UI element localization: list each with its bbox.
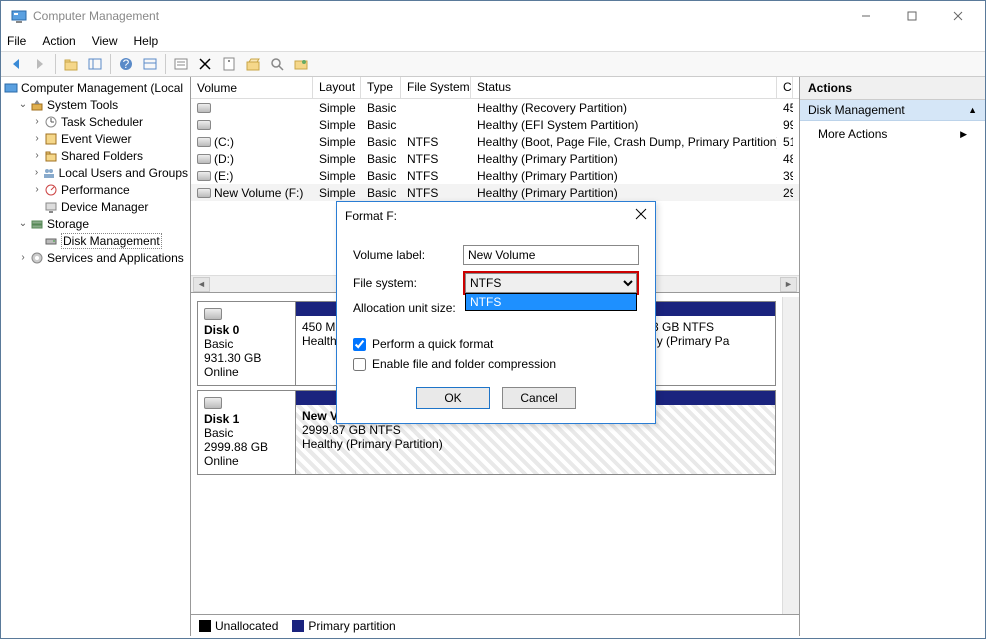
menu-help[interactable]: Help — [134, 34, 159, 48]
tree-event-viewer[interactable]: ›Event Viewer — [3, 130, 188, 147]
file-system-option[interactable]: NTFS — [466, 294, 636, 310]
volume-row[interactable]: New Volume (F:)SimpleBasicNTFSHealthy (P… — [191, 184, 799, 201]
up-button[interactable] — [60, 53, 82, 75]
toolbar: ? — [1, 51, 985, 77]
ok-button[interactable]: OK — [416, 387, 490, 409]
volume-row[interactable]: (C:)SimpleBasicNTFSHealthy (Boot, Page F… — [191, 133, 799, 150]
tree-device-manager[interactable]: Device Manager — [3, 198, 188, 215]
quick-format-label: Perform a quick format — [372, 337, 493, 351]
tree-services[interactable]: ›Services and Applications — [3, 249, 188, 266]
file-system-label: File system: — [353, 276, 463, 290]
app-icon — [11, 8, 27, 24]
tree-root[interactable]: Computer Management (Local — [3, 79, 188, 96]
tree-task-scheduler[interactable]: ›Task Scheduler — [3, 113, 188, 130]
minimize-button[interactable] — [843, 2, 889, 30]
volume-row[interactable]: (E:)SimpleBasicNTFSHealthy (Primary Part… — [191, 167, 799, 184]
menu-file[interactable]: File — [7, 34, 26, 48]
compression-label: Enable file and folder compression — [372, 357, 556, 371]
file-system-dropdown: NTFS — [465, 293, 637, 311]
tree-shared-folders[interactable]: ›Shared Folders — [3, 147, 188, 164]
drive-icon — [197, 103, 211, 113]
compression-checkbox[interactable] — [353, 358, 366, 371]
volume-label-label: Volume label: — [353, 248, 463, 262]
drive-icon — [197, 171, 211, 181]
window-title: Computer Management — [33, 9, 843, 23]
col-type[interactable]: Type — [361, 77, 401, 98]
collapse-icon: ▲ — [968, 105, 977, 115]
volume-row[interactable]: SimpleBasicHealthy (Recovery Partition)4… — [191, 99, 799, 116]
tree-storage[interactable]: ⌄Storage — [3, 215, 188, 232]
tree-pane: Computer Management (Local ⌄ System Tool… — [1, 77, 191, 636]
show-hide-tree-button[interactable] — [84, 53, 106, 75]
drive-icon — [197, 188, 211, 198]
views-button[interactable] — [139, 53, 161, 75]
chevron-right-icon: ▶ — [960, 129, 967, 140]
actions-more[interactable]: More Actions ▶ — [800, 121, 985, 147]
volume-row[interactable]: (D:)SimpleBasicNTFSHealthy (Primary Part… — [191, 150, 799, 167]
maximize-button[interactable] — [889, 2, 935, 30]
forward-button[interactable] — [29, 53, 51, 75]
volume-label-input[interactable] — [463, 245, 639, 265]
cancel-button[interactable]: Cancel — [502, 387, 576, 409]
vertical-scrollbar[interactable] — [782, 297, 799, 614]
tree-system-tools[interactable]: ⌄ System Tools — [3, 96, 188, 113]
close-button[interactable] — [935, 2, 981, 30]
allocation-size-label: Allocation unit size: — [353, 301, 463, 315]
help-button[interactable]: ? — [115, 53, 137, 75]
col-filesystem[interactable]: File System — [401, 77, 471, 98]
settings-button[interactable] — [290, 53, 312, 75]
properties-button[interactable] — [218, 53, 240, 75]
tree-local-users[interactable]: ›Local Users and Groups — [3, 164, 188, 181]
actions-section[interactable]: Disk Management ▲ — [800, 100, 985, 121]
volume-table-header: Volume Layout Type File System Status C — [191, 77, 799, 99]
format-dialog: Format F: Volume label: File system: NTF… — [336, 201, 656, 424]
menubar: File Action View Help — [1, 31, 985, 51]
col-volume[interactable]: Volume — [191, 77, 313, 98]
back-button[interactable] — [5, 53, 27, 75]
drive-icon — [197, 154, 211, 164]
quick-format-checkbox[interactable] — [353, 338, 366, 351]
drive-icon — [197, 120, 211, 130]
menu-action[interactable]: Action — [42, 34, 75, 48]
actions-pane: Actions Disk Management ▲ More Actions ▶ — [800, 77, 985, 636]
actions-header: Actions — [800, 77, 985, 100]
col-layout[interactable]: Layout — [313, 77, 361, 98]
col-status[interactable]: Status — [471, 77, 777, 98]
rescan-button[interactable] — [266, 53, 288, 75]
menu-view[interactable]: View — [92, 34, 118, 48]
refresh-button[interactable] — [170, 53, 192, 75]
file-system-select[interactable]: NTFS — [465, 273, 637, 293]
legend: Unallocated Primary partition — [191, 614, 799, 636]
drive-icon — [197, 137, 211, 147]
tree-performance[interactable]: ›Performance — [3, 181, 188, 198]
disk-icon — [204, 308, 289, 323]
tree-disk-management[interactable]: Disk Management — [3, 232, 188, 249]
titlebar: Computer Management — [1, 1, 985, 31]
disk-icon — [204, 397, 289, 412]
dialog-title: Format F: — [345, 209, 397, 223]
volume-row[interactable]: SimpleBasicHealthy (EFI System Partition… — [191, 116, 799, 133]
open-button[interactable] — [242, 53, 264, 75]
dialog-close-button[interactable] — [635, 208, 647, 223]
delete-button[interactable] — [194, 53, 216, 75]
col-capacity[interactable]: C — [777, 77, 793, 98]
svg-text:?: ? — [123, 57, 130, 71]
